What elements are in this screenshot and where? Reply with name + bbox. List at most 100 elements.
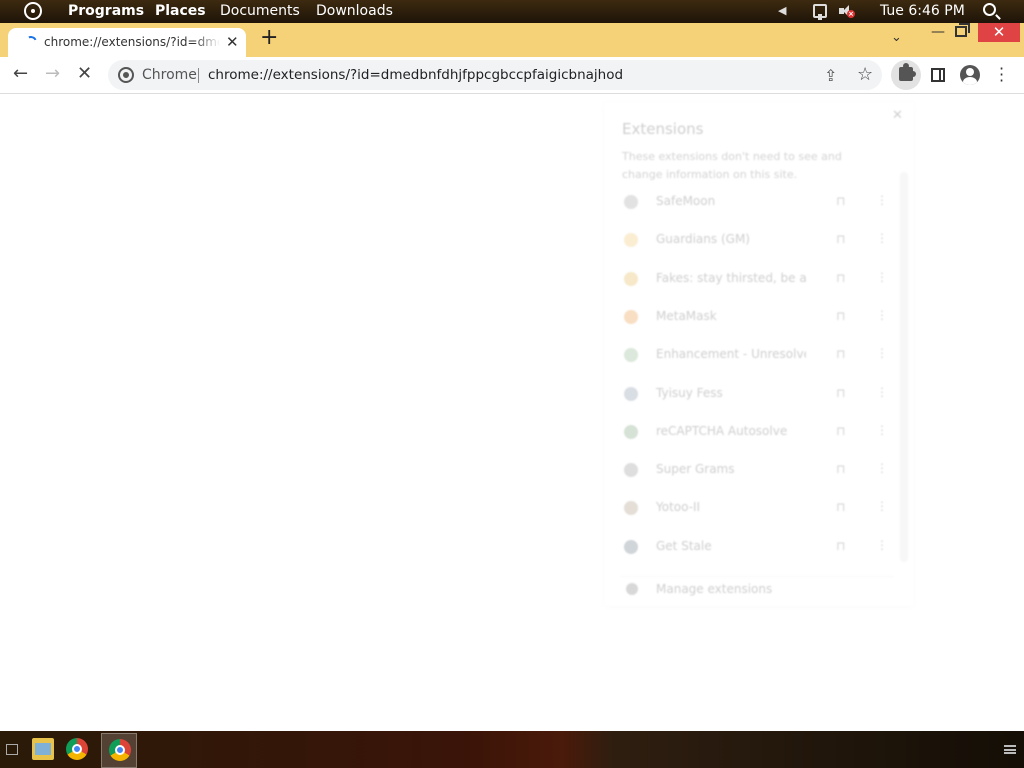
extension-row[interactable]: reCAPTCHA Autosolve ⊓ ⋮ bbox=[620, 418, 894, 448]
menu-icon[interactable] bbox=[1004, 745, 1016, 754]
extension-icon bbox=[624, 195, 638, 209]
share-icon[interactable]: ⇪ bbox=[824, 66, 837, 85]
address-bar[interactable]: Chrome chrome://extensions/?id=dmedbnfdh… bbox=[108, 60, 882, 90]
pin-icon[interactable]: ⊓ bbox=[836, 462, 845, 476]
extension-name: SafeMoon bbox=[656, 194, 716, 208]
more-options-icon[interactable]: ⋮ bbox=[876, 270, 888, 284]
pin-icon[interactable]: ⊓ bbox=[836, 232, 845, 246]
extension-row[interactable]: Enhancement - Unresolver Mask ⊓ ⋮ bbox=[620, 341, 894, 371]
taskbar-chrome-window[interactable] bbox=[101, 733, 137, 768]
extension-row[interactable]: SafeMoon ⊓ ⋮ bbox=[620, 188, 894, 218]
show-desktop-icon[interactable] bbox=[6, 744, 18, 755]
scrollbar[interactable] bbox=[900, 172, 908, 562]
tab-title: chrome://extensions/?id=dmedbnfdhjfppcgb… bbox=[44, 35, 220, 49]
stop-loading-icon[interactable]: ✕ bbox=[77, 64, 92, 84]
extension-name: Super Grams bbox=[656, 462, 735, 477]
extension-name: Yotoo-II bbox=[656, 500, 701, 515]
close-window-button[interactable]: ✕ bbox=[978, 23, 1020, 42]
tab-strip: chrome://extensions/?id=dmedbnfdhjfppcgb… bbox=[0, 23, 1024, 57]
more-options-icon[interactable]: ⋮ bbox=[876, 538, 888, 552]
extension-row[interactable]: Super Grams ⊓ ⋮ bbox=[620, 456, 894, 486]
forward-arrow-icon[interactable]: → bbox=[45, 64, 60, 84]
restore-button[interactable] bbox=[955, 23, 970, 37]
tab-close-icon[interactable]: ✕ bbox=[226, 33, 239, 51]
extension-name: reCAPTCHA Autosolve bbox=[656, 423, 788, 438]
menu-programs[interactable]: Programs bbox=[68, 3, 144, 19]
extension-row[interactable]: Yotoo-II ⊓ ⋮ bbox=[620, 494, 894, 524]
menu-documents[interactable]: Documents bbox=[220, 3, 300, 19]
extensions-popup-description: These extensions don't need to see and c… bbox=[622, 150, 842, 181]
extension-icon bbox=[624, 424, 638, 439]
pin-icon[interactable]: ⊓ bbox=[836, 386, 845, 400]
volume-muted-icon[interactable]: × bbox=[838, 4, 855, 19]
extension-name: MetaMask bbox=[656, 308, 717, 323]
network-icon[interactable] bbox=[813, 4, 827, 20]
puzzle-icon bbox=[899, 63, 916, 81]
more-options-icon[interactable]: ⋮ bbox=[876, 346, 888, 360]
extension-icon bbox=[624, 309, 638, 324]
side-panel-icon[interactable] bbox=[931, 68, 945, 82]
extensions-popup-title: Extensions bbox=[622, 120, 704, 138]
extension-icon bbox=[624, 386, 638, 401]
extension-icon bbox=[624, 271, 638, 286]
more-options-icon[interactable]: ⋮ bbox=[876, 423, 888, 437]
manage-extensions-label: Manage extensions bbox=[656, 582, 773, 596]
pin-icon[interactable]: ⊓ bbox=[836, 500, 845, 514]
bookmark-star-icon[interactable]: ☆ bbox=[857, 64, 873, 85]
omnibox-chip[interactable]: Chrome bbox=[142, 67, 197, 83]
more-options-icon[interactable]: ⋮ bbox=[876, 308, 888, 322]
extension-row[interactable]: MetaMask ⊓ ⋮ bbox=[620, 303, 894, 333]
loading-spinner-icon bbox=[23, 34, 39, 50]
url-text[interactable]: chrome://extensions/?id=dmedbnfdhjfppcgb… bbox=[208, 67, 623, 83]
extension-row[interactable]: Tyisuy Fess ⊓ ⋮ bbox=[620, 380, 894, 410]
close-icon[interactable]: ✕ bbox=[892, 108, 903, 123]
gear-icon bbox=[626, 583, 638, 595]
tab-search-chevron-icon[interactable]: ⌄ bbox=[891, 30, 902, 45]
new-tab-button[interactable]: + bbox=[260, 27, 278, 49]
extension-name: Guardians (GM) bbox=[656, 232, 750, 247]
manage-extensions-button[interactable]: Manage extensions bbox=[620, 576, 894, 598]
extension-name: Enhancement - Unresolver Mask bbox=[656, 347, 806, 362]
applications-icon[interactable] bbox=[24, 2, 42, 20]
tray-expand-arrow-icon[interactable]: ◀ bbox=[778, 4, 786, 17]
file-manager-icon[interactable] bbox=[32, 738, 54, 760]
extension-name: Get Stale bbox=[656, 538, 712, 553]
extension-row[interactable]: Fakes: stay thirsted, be aware ⊓ ⋮ bbox=[620, 265, 894, 295]
extension-name: Fakes: stay thirsted, be aware bbox=[656, 270, 806, 285]
extensions-popup: Extensions ✕ These extensions don't need… bbox=[604, 102, 914, 606]
pin-icon[interactable]: ⊓ bbox=[836, 194, 845, 208]
tab-extensions[interactable]: chrome://extensions/?id=dmedbnfdhjfppcgb… bbox=[8, 28, 246, 57]
pin-icon[interactable]: ⊓ bbox=[836, 424, 845, 438]
extension-icon bbox=[624, 233, 638, 248]
minimize-button[interactable]: — bbox=[931, 24, 945, 40]
extension-icon bbox=[624, 539, 638, 554]
pin-icon[interactable]: ⊓ bbox=[836, 309, 845, 323]
pin-icon[interactable]: ⊓ bbox=[836, 347, 845, 361]
pin-icon[interactable]: ⊓ bbox=[836, 539, 845, 553]
chrome-logo-icon[interactable] bbox=[118, 67, 134, 83]
extension-icon bbox=[624, 463, 638, 478]
extensions-button[interactable] bbox=[891, 60, 921, 90]
chrome-icon bbox=[109, 739, 131, 761]
more-options-icon[interactable]: ⋮ bbox=[876, 499, 888, 513]
back-arrow-icon[interactable]: ← bbox=[13, 64, 28, 84]
menu-places[interactable]: Places bbox=[155, 3, 206, 19]
top-panel: Programs Places Documents Downloads ◀ × … bbox=[0, 0, 1024, 23]
profile-avatar-icon[interactable] bbox=[960, 65, 980, 85]
omnibox-divider bbox=[198, 68, 199, 83]
more-options-icon[interactable]: ⋮ bbox=[876, 231, 888, 245]
pin-icon[interactable]: ⊓ bbox=[836, 271, 845, 285]
search-icon[interactable] bbox=[983, 3, 996, 16]
extension-icon bbox=[624, 501, 638, 516]
more-options-icon[interactable]: ⋮ bbox=[876, 193, 888, 207]
more-options-icon[interactable]: ⋮ bbox=[876, 385, 888, 399]
extension-name: Tyisuy Fess bbox=[656, 385, 723, 400]
menu-downloads[interactable]: Downloads bbox=[316, 3, 393, 19]
browser-menu-icon[interactable]: · · · bbox=[999, 61, 1004, 89]
clock[interactable]: Tue 6:46 PM bbox=[880, 3, 965, 19]
taskbar bbox=[0, 731, 1024, 768]
more-options-icon[interactable]: ⋮ bbox=[876, 461, 888, 475]
extension-row[interactable]: Guardians (GM) ⊓ ⋮ bbox=[620, 226, 894, 256]
chrome-launcher-icon[interactable] bbox=[66, 738, 88, 760]
extension-row[interactable]: Get Stale ⊓ ⋮ bbox=[620, 533, 894, 563]
